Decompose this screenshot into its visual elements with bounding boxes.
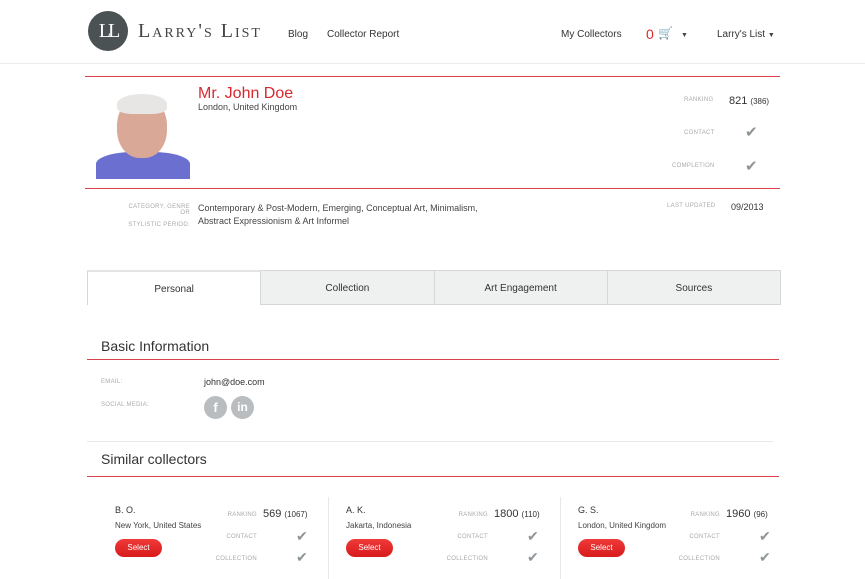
collector-initials: B. O. (115, 505, 136, 515)
collector-location: New York, United States (115, 521, 202, 530)
ranking-number: 569 (263, 508, 282, 520)
category-label-line2: STYLISTIC PERIOD: (128, 222, 190, 228)
divider (560, 497, 561, 579)
collector-card: A. K. Jakarta, Indonesia Select RANKING … (346, 497, 578, 579)
completion-check-icon: ✔ (745, 158, 758, 175)
nav-collector-report[interactable]: Collector Report (327, 29, 399, 40)
contact-label: CONTACT (226, 534, 257, 540)
last-updated-value: 09/2013 (731, 202, 764, 212)
collection-check-icon: ✔ (296, 549, 308, 565)
ranking-label: RANKING (690, 512, 720, 518)
divider (85, 76, 780, 77)
divider (87, 359, 779, 360)
collector-photo (96, 90, 190, 179)
logo-text[interactable]: Larry's List (138, 20, 262, 43)
ranking-total: (386) (750, 97, 770, 106)
ranking-value: 1960 (96) (726, 508, 768, 520)
select-button[interactable]: Select (346, 539, 393, 557)
ranking-label: RANKING (684, 97, 714, 103)
collection-check-icon: ✔ (759, 549, 771, 565)
contact-check-icon: ✔ (745, 124, 758, 141)
divider (328, 497, 329, 579)
contact-label: CONTACT (689, 534, 720, 540)
collector-location: London, United Kingdom (198, 102, 298, 112)
divider (87, 476, 779, 477)
select-button[interactable]: Select (578, 539, 625, 557)
collector-card: B. O. New York, United States Select RAN… (115, 497, 347, 579)
email-value[interactable]: john@doe.com (204, 377, 265, 387)
ranking-number: 821 (729, 95, 748, 107)
linkedin-icon[interactable]: in (231, 396, 254, 419)
tab-collection[interactable]: Collection (261, 270, 435, 305)
category-label: CATEGORY, GENRE OR STYLISTIC PERIOD: (124, 204, 190, 228)
collector-name: Mr. John Doe (198, 85, 294, 102)
top-header: LL Larry's List Blog Collector Report My… (0, 0, 865, 64)
contact-label: CONTACT (457, 534, 488, 540)
category-value: Contemporary & Post-Modern, Emerging, Co… (198, 203, 478, 226)
profile-tabs: Personal Collection Art Engagement Sourc… (87, 270, 781, 305)
divider (87, 441, 773, 442)
contact-check-icon: ✔ (527, 528, 539, 544)
select-button[interactable]: Select (115, 539, 162, 557)
ranking-label: RANKING (458, 512, 488, 518)
collection-label: COLLECTION (215, 556, 257, 562)
logo-mark[interactable]: LL (88, 11, 128, 51)
ranking-number: 1800 (494, 508, 519, 520)
cart-count[interactable]: 0 (646, 26, 654, 42)
tab-sources[interactable]: Sources (607, 270, 781, 305)
contact-label: CONTACT (684, 130, 715, 136)
tab-personal[interactable]: Personal (87, 270, 262, 305)
collection-check-icon: ✔ (527, 549, 539, 565)
ranking-total: (96) (753, 510, 768, 519)
photo-hair (117, 94, 167, 114)
nav-my-collectors[interactable]: My Collectors (561, 29, 622, 40)
account-menu[interactable]: Larry's List ▼ (717, 29, 775, 40)
collection-label: COLLECTION (678, 556, 720, 562)
ranking-total: (1067) (284, 510, 308, 519)
contact-check-icon: ✔ (759, 528, 771, 544)
category-label-line1: CATEGORY, GENRE OR (128, 204, 190, 216)
collector-location: Jakarta, Indonesia (346, 521, 412, 530)
social-media-label: SOCIAL MEDIA: (101, 402, 150, 408)
completion-label: COMPLETION (672, 163, 715, 169)
ranking-number: 1960 (726, 508, 751, 520)
ranking-value: 821 (386) (729, 95, 769, 107)
tab-art-engagement[interactable]: Art Engagement (434, 270, 608, 305)
ranking-label: RANKING (227, 512, 257, 518)
collection-label: COLLECTION (446, 556, 488, 562)
last-updated-label: LAST UPDATED (667, 203, 716, 209)
collector-card: G. S. London, United Kingdom Select RANK… (578, 497, 810, 579)
collector-location: London, United Kingdom (578, 521, 667, 530)
cart-icon[interactable]: 🛒 ▼ (658, 26, 688, 40)
ranking-value: 569 (1067) (263, 508, 308, 520)
divider (85, 188, 780, 189)
ranking-value: 1800 (110) (494, 508, 540, 520)
ranking-total: (110) (521, 510, 540, 519)
email-label: EMAIL: (101, 379, 123, 385)
collector-initials: A. K. (346, 505, 366, 515)
chevron-down-icon: ▼ (767, 32, 775, 39)
similar-collectors-title: Similar collectors (101, 451, 207, 467)
collector-initials: G. S. (578, 505, 599, 515)
account-menu-label: Larry's List (717, 29, 766, 40)
contact-check-icon: ✔ (296, 528, 308, 544)
chevron-down-icon: ▼ (680, 32, 688, 39)
facebook-icon[interactable]: f (204, 396, 227, 419)
basic-info-title: Basic Information (101, 338, 210, 354)
nav-blog[interactable]: Blog (288, 29, 308, 40)
